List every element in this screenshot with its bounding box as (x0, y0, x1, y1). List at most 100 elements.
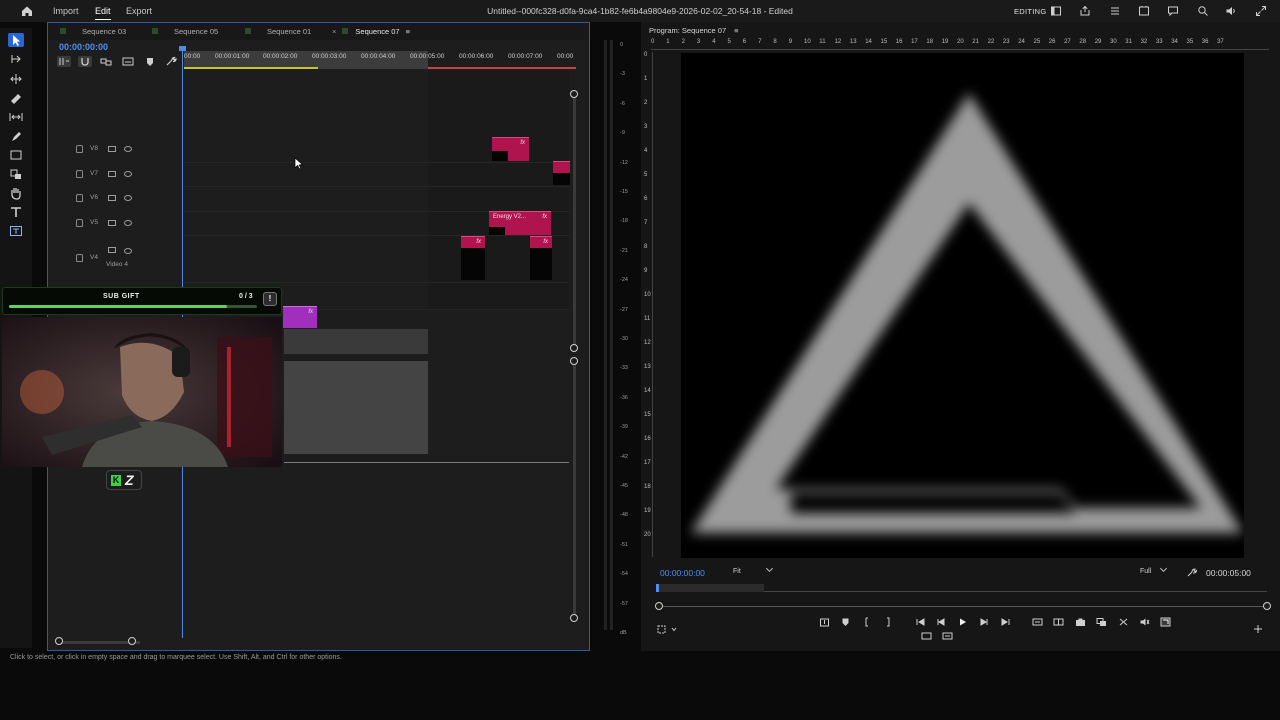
volume-icon[interactable] (1225, 5, 1237, 17)
track-header-v4[interactable]: V4 Video 4 (76, 245, 136, 271)
captions-tool-icon[interactable] (8, 224, 24, 238)
search-icon[interactable] (1197, 5, 1209, 17)
step-back-icon[interactable] (936, 617, 947, 627)
sync-lock-icon[interactable] (108, 247, 116, 253)
track-scrollbar[interactable] (573, 95, 576, 350)
import-menu[interactable]: Import (53, 6, 79, 16)
multicam-icon[interactable] (1118, 617, 1129, 627)
mark-out-icon[interactable] (882, 617, 893, 627)
zoom-handle[interactable] (55, 637, 63, 645)
workspace-icon[interactable] (1050, 5, 1062, 17)
nest-toggle-icon[interactable] (57, 56, 71, 67)
proxy-toggle-icon[interactable] (942, 632, 953, 640)
clip[interactable]: fx (530, 236, 552, 280)
remix-tool-icon[interactable] (8, 167, 24, 181)
wrench-icon[interactable] (1186, 567, 1197, 578)
track-scrollbar[interactable] (573, 363, 576, 618)
mark-in-icon[interactable] (862, 617, 873, 627)
scroll-handle[interactable] (570, 90, 578, 98)
clip[interactable]: fx (461, 236, 485, 280)
go-to-out-icon[interactable] (1000, 617, 1011, 627)
camera-icon[interactable] (1075, 617, 1086, 627)
track-select-tool-icon[interactable] (8, 52, 24, 66)
rectangle-tool-icon[interactable] (8, 148, 24, 162)
ripple-edit-tool-icon[interactable] (8, 72, 24, 86)
selection-tool-icon[interactable] (8, 33, 24, 47)
sync-lock-icon[interactable] (108, 220, 116, 226)
clip-purple[interactable]: fx (283, 306, 317, 328)
tab-sequence-03[interactable]: Sequence 03 (60, 27, 126, 36)
trim-icon[interactable] (1053, 617, 1064, 627)
playhead-handle[interactable] (179, 46, 186, 51)
eye-icon[interactable] (124, 220, 132, 226)
comparison-view-icon[interactable] (1096, 617, 1107, 627)
zoom-handle[interactable] (1263, 602, 1271, 610)
add-marker-icon[interactable] (143, 56, 157, 67)
sync-lock-icon[interactable] (108, 195, 116, 201)
eye-icon[interactable] (124, 195, 132, 201)
tab-sequence-05[interactable]: Sequence 05 (152, 27, 218, 36)
step-forward-icon[interactable] (978, 617, 989, 627)
slip-tool-icon[interactable] (8, 110, 24, 124)
scroll-handle[interactable] (570, 357, 578, 365)
tab-sequence-07[interactable]: × Sequence 07 ≡ (332, 27, 410, 36)
track-header-v6[interactable]: V6 (76, 193, 136, 205)
wrench-icon[interactable] (164, 56, 178, 67)
scroll-handle[interactable] (570, 344, 578, 352)
notification-icon[interactable] (1138, 5, 1150, 17)
home-icon[interactable] (20, 4, 34, 18)
zoom-handle[interactable] (128, 637, 136, 645)
captions-track-icon[interactable] (121, 56, 135, 67)
program-timecode[interactable]: 00:00:00:00 (660, 568, 705, 578)
program-title[interactable]: Program: Sequence 07 ≡ (649, 26, 739, 35)
clip[interactable]: fx (492, 137, 529, 161)
settings-icon[interactable] (657, 625, 679, 634)
time-ruler[interactable]: 00:00 00:00:01:00 00:00:02:00 00:00:03:0… (184, 51, 576, 69)
export-menu[interactable]: Export (126, 6, 152, 16)
track-header-v7[interactable]: V7 (76, 169, 136, 181)
scroll-handle[interactable] (570, 614, 578, 622)
timeline-timecode[interactable]: 00:00:00:00 (59, 42, 108, 52)
menu-icon[interactable] (1109, 5, 1121, 17)
audio-scrub-icon[interactable] (1139, 617, 1150, 627)
sync-lock-icon[interactable] (108, 146, 116, 152)
lift-icon[interactable] (819, 617, 830, 627)
linked-selection-icon[interactable] (99, 56, 113, 67)
lock-icon[interactable] (76, 145, 83, 153)
share-icon[interactable] (1079, 5, 1091, 17)
track-header-v5[interactable]: V5 (76, 218, 136, 230)
eye-icon[interactable] (124, 171, 132, 177)
lock-icon[interactable] (76, 254, 83, 262)
eye-icon[interactable] (124, 146, 132, 152)
tab-sequence-01[interactable]: Sequence 01 (245, 27, 311, 36)
vr-view-icon[interactable] (921, 632, 932, 640)
extract-icon[interactable] (1032, 617, 1043, 627)
eye-icon[interactable] (124, 248, 132, 254)
workspace-label[interactable]: EDITING (1014, 7, 1047, 16)
add-button-icon[interactable] (1253, 624, 1263, 634)
comment-icon[interactable] (1167, 5, 1179, 17)
lock-icon[interactable] (76, 194, 83, 202)
program-playhead[interactable] (656, 584, 659, 592)
track-header-v8[interactable]: V8 (76, 144, 136, 156)
zoom-slider[interactable] (661, 606, 1267, 607)
add-marker-icon[interactable] (840, 617, 851, 627)
snap-icon[interactable] (78, 56, 92, 67)
fullscreen-icon[interactable] (1255, 5, 1267, 17)
clip[interactable] (553, 161, 570, 185)
play-icon[interactable] (957, 617, 968, 627)
program-scrub-bar[interactable] (656, 584, 1267, 592)
work-area-bar[interactable] (184, 67, 318, 69)
go-to-in-icon[interactable] (915, 617, 926, 627)
clip-energy[interactable]: Energy V2... fx (489, 211, 551, 235)
resolution-dropdown[interactable]: Full (1140, 564, 1168, 575)
razor-tool-icon[interactable] (8, 91, 24, 105)
lock-icon[interactable] (76, 170, 83, 178)
edit-menu[interactable]: Edit (95, 6, 111, 20)
fit-dropdown[interactable]: Fit (733, 564, 773, 575)
zoom-handle[interactable] (655, 602, 663, 610)
hand-tool-icon[interactable] (8, 186, 24, 200)
pen-tool-icon[interactable] (8, 129, 24, 143)
lock-icon[interactable] (76, 219, 83, 227)
type-tool-icon[interactable] (8, 205, 24, 219)
